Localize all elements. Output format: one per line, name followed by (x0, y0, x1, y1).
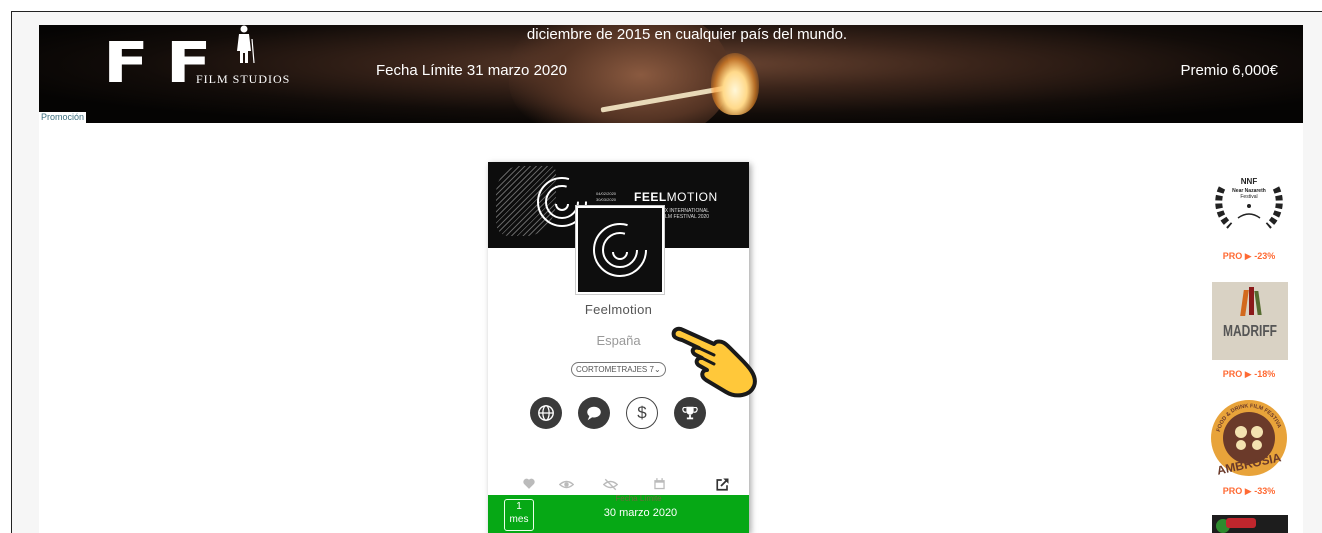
cover-dates: 04/02/2020 30/03/2020 (596, 191, 616, 203)
cover-date-end: 30/03/2020 (596, 197, 617, 202)
eye-slash-icon[interactable] (601, 475, 619, 493)
external-link-icon[interactable] (713, 475, 731, 493)
category-tag[interactable]: CORTOMETRAJES 7⌄ (571, 362, 666, 377)
promo-banner[interactable]: FF FILM STUDIOS diciembre de 2015 en cua… (39, 25, 1303, 123)
madriff-logo-text: MADRIFF (1223, 321, 1277, 341)
festival-logo[interactable] (576, 206, 664, 294)
trophy-icon[interactable] (674, 397, 706, 429)
banner-description: diciembre de 2015 en cualquier país del … (526, 26, 848, 43)
deadline-bar: 1 mes Fecha Límite 30 marzo 2020 (488, 494, 749, 533)
pro-discount-badge[interactable]: PRO ▶ -33% (1208, 486, 1290, 497)
nnf-logo-title: NNF (1241, 177, 1258, 186)
banner-prize: Premio 6,000€ (1180, 62, 1278, 79)
ambrosia-logo: AMBROSIA FOOD & DRINK FILM FESTIVAL (1206, 394, 1287, 478)
feelmotion-logo-icon (593, 223, 647, 277)
globe-icon[interactable] (530, 397, 562, 429)
eye-icon[interactable] (557, 475, 575, 493)
calendar-icon[interactable] (650, 475, 668, 493)
nnf-logo-line3: Festival (1240, 194, 1257, 200)
studio-name: FILM STUDIOS (196, 72, 291, 86)
chat-bubble-icon[interactable] (578, 397, 610, 429)
sidebar-item-ambrosia[interactable]: AMBROSIA FOOD & DRINK FILM FESTIVAL PRO … (1206, 394, 1290, 496)
deadline-date: 30 marzo 2020 (603, 507, 678, 519)
sidebar-item-partial[interactable] (1208, 515, 1290, 533)
pro-discount-badge[interactable]: PRO ▶ -23% (1208, 251, 1290, 262)
cover-title-rest: MOTION (666, 190, 718, 204)
card-actions (520, 475, 730, 493)
banner-deadline: Fecha Límite 31 marzo 2020 (376, 62, 567, 79)
silhouette-icon (237, 25, 255, 63)
category-label: CORTOMETRAJES 7 (576, 365, 654, 374)
deadline-label: Fecha Límite (615, 494, 662, 503)
madriff-logo: MADRIFF (1212, 282, 1288, 360)
dollar-icon[interactable]: $ (626, 397, 658, 429)
pro-discount-badge[interactable]: PRO ▶ -18% (1208, 369, 1290, 380)
cover-title-bold: FEEL (634, 190, 667, 204)
heart-icon[interactable] (520, 475, 538, 493)
nnf-laurel-logo: NNF Near Nazareth Festival (1215, 177, 1283, 229)
promo-label: Promoción (39, 112, 87, 123)
feature-icons: $ (530, 397, 710, 433)
pointing-hand-icon (671, 326, 757, 398)
chevron-down-icon: ⌄ (653, 365, 661, 374)
cover-title: FEELMOTION (634, 190, 718, 204)
partial-festival-logo (1212, 515, 1288, 533)
festival-name[interactable]: Feelmotion (488, 302, 749, 317)
sidebar-item-nnf[interactable]: NNF Near Nazareth Festival PRO ▶ -23% (1208, 168, 1290, 261)
